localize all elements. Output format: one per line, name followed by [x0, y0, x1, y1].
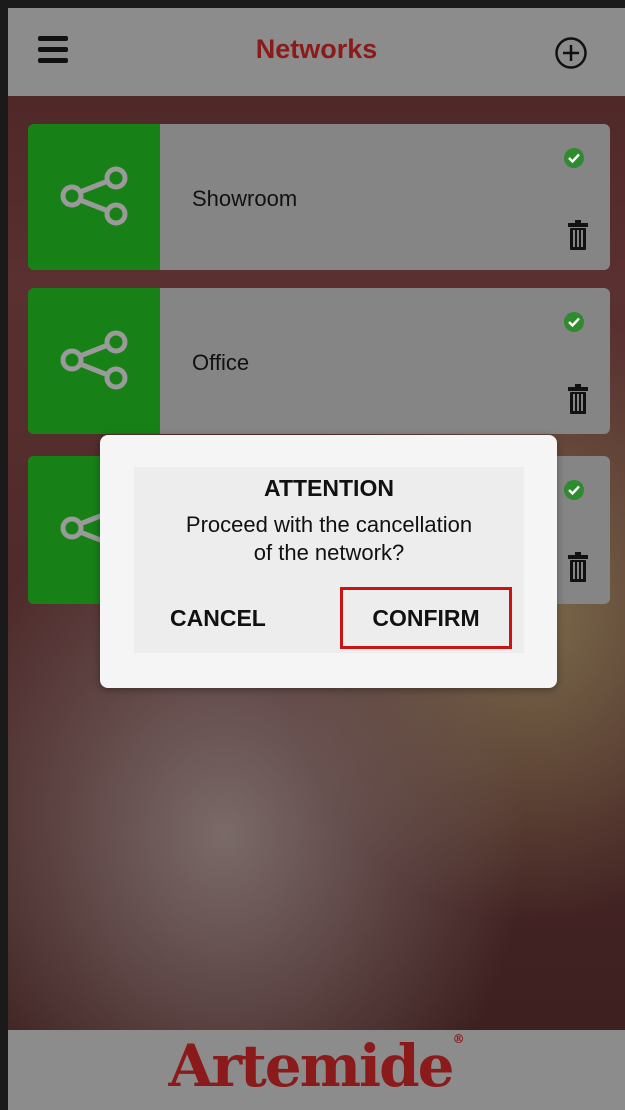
dialog-title: ATTENTION	[264, 475, 394, 501]
dialog-message: Proceed with the cancellation of the net…	[134, 511, 524, 567]
brand-logo-text: Artemide	[168, 1032, 454, 1100]
check-circle-icon	[564, 480, 584, 500]
trash-icon[interactable]	[568, 552, 588, 582]
cancel-button[interactable]: CANCEL	[170, 605, 266, 632]
top-bar: Networks	[8, 8, 625, 96]
share-network-icon	[60, 166, 128, 226]
confirm-button[interactable]: CONFIRM	[340, 587, 512, 649]
network-item-office[interactable]: Office	[28, 288, 610, 434]
check-circle-icon	[564, 148, 584, 168]
registered-mark: ®	[452, 1032, 465, 1046]
trash-icon[interactable]	[568, 220, 588, 250]
add-circle-icon[interactable]	[554, 36, 588, 70]
brand-logo: Artemide®	[8, 1032, 625, 1100]
page-title: Networks	[255, 34, 378, 64]
network-name: Showroom	[192, 186, 298, 211]
confirm-dialog: ATTENTION Proceed with the cancellation …	[100, 435, 557, 688]
dialog-content: ATTENTION Proceed with the cancellation …	[134, 467, 524, 653]
dialog-message-line1: Proceed with the cancellation	[185, 512, 473, 537]
network-thumbnail	[28, 288, 160, 434]
trash-icon[interactable]	[568, 384, 588, 414]
check-circle-icon	[564, 312, 584, 332]
bottom-bar: Artemide®	[8, 1030, 625, 1110]
app-screen: Networks Showroom Office ATTENTION Proce…	[8, 8, 625, 1110]
share-network-icon	[60, 330, 128, 390]
network-name: Office	[192, 350, 250, 375]
network-item-showroom[interactable]: Showroom	[28, 124, 610, 270]
network-thumbnail	[28, 124, 160, 270]
dialog-message-line2: of the network?	[253, 540, 405, 565]
